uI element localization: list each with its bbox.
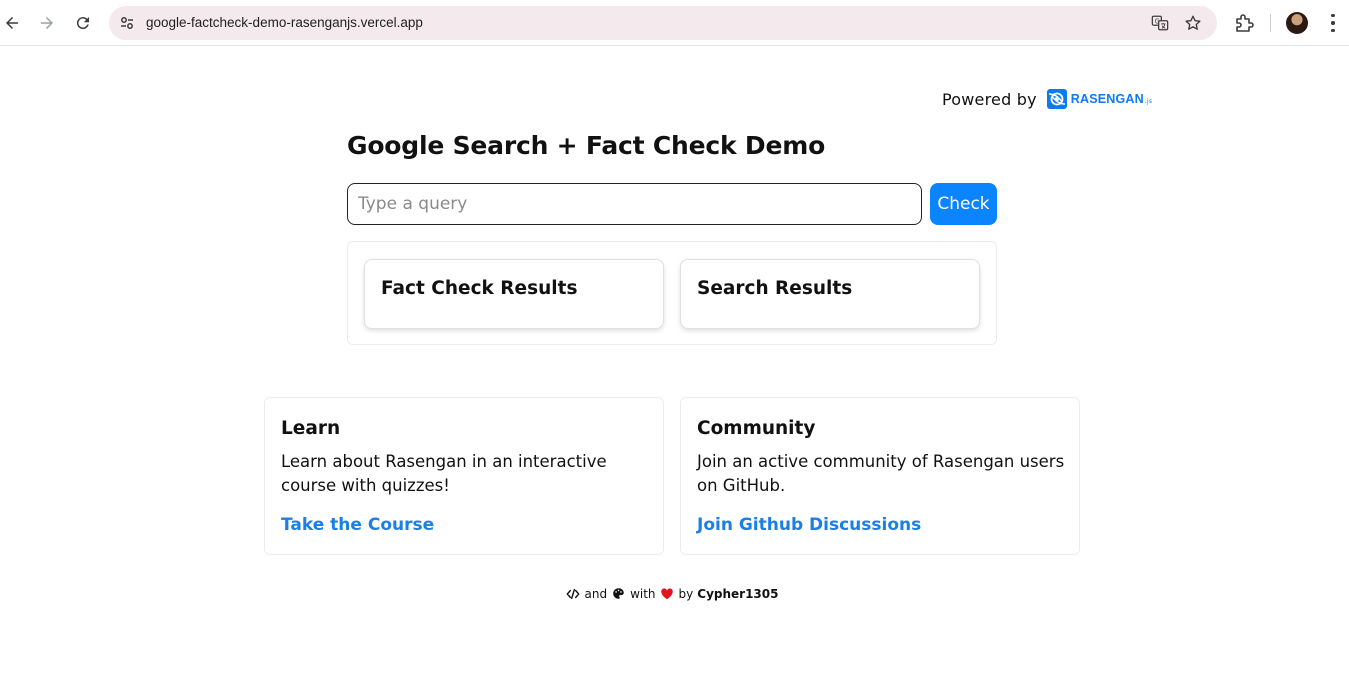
fact-check-results-title: Fact Check Results: [381, 278, 578, 299]
menu-kebab-icon[interactable]: [1326, 12, 1340, 34]
code-icon: [566, 586, 581, 601]
powered-by: Powered by RASENGAN .js: [942, 86, 1152, 112]
reload-button[interactable]: [71, 11, 95, 35]
fact-check-results-card: Fact Check Results: [364, 259, 664, 329]
learn-card-body: Learn about Rasengan in an interactive c…: [281, 452, 607, 495]
footer-by: by: [678, 586, 694, 601]
footer-and: and: [584, 586, 608, 601]
search-results-title: Search Results: [697, 278, 853, 299]
page-title: Google Search + Fact Check Demo: [347, 131, 826, 160]
rasengan-logo-icon: [1046, 89, 1067, 109]
learn-card: Learn Learn about Rasengan in an interac…: [264, 397, 664, 555]
browser-toolbar: google-factcheck-demo-rasenganjs.vercel.…: [0, 0, 1349, 46]
footer: and with by Cypher1305: [0, 586, 1344, 601]
powered-by-label: Powered by: [942, 89, 1037, 109]
github-discussions-link[interactable]: Join Github Discussions: [697, 515, 921, 535]
bookmark-star-icon[interactable]: [1183, 13, 1203, 33]
palette-icon: [611, 586, 626, 601]
footer-with: with: [630, 586, 656, 601]
rasengan-logo-text: RASENGAN: [1070, 92, 1144, 106]
extensions-icon[interactable]: [1233, 12, 1255, 34]
community-card-title: Community: [697, 418, 816, 439]
rasengan-logo-suffix: .js: [1144, 97, 1153, 105]
learn-card-title: Learn: [281, 418, 341, 439]
results-container: Fact Check Results Search Results: [347, 241, 997, 345]
search-results-card: Search Results: [680, 259, 980, 329]
footer-author-link[interactable]: Cypher1305: [697, 587, 778, 601]
url-text[interactable]: google-factcheck-demo-rasenganjs.vercel.…: [146, 6, 423, 40]
back-button[interactable]: [0, 11, 24, 35]
forward-button[interactable]: [35, 11, 59, 35]
arrow-left-icon: [6, 17, 18, 29]
take-course-link[interactable]: Take the Course: [281, 515, 434, 535]
community-card: Community Join an active community of Ra…: [680, 397, 1080, 555]
check-button[interactable]: Check: [930, 183, 997, 225]
rasengan-logo[interactable]: RASENGAN .js: [1046, 88, 1152, 110]
reload-icon: [76, 17, 89, 30]
translate-icon[interactable]: G: [1150, 13, 1170, 33]
community-card-body: Join an active community of Rasengan use…: [697, 452, 1065, 495]
toolbar-divider: [1270, 14, 1271, 32]
arrow-right-icon: [41, 17, 53, 29]
profile-avatar[interactable]: [1286, 12, 1308, 34]
query-input[interactable]: [347, 183, 922, 225]
site-settings-icon[interactable]: [117, 13, 137, 33]
heart-icon: [660, 586, 675, 601]
address-bar[interactable]: google-factcheck-demo-rasenganjs.vercel.…: [109, 6, 1217, 40]
